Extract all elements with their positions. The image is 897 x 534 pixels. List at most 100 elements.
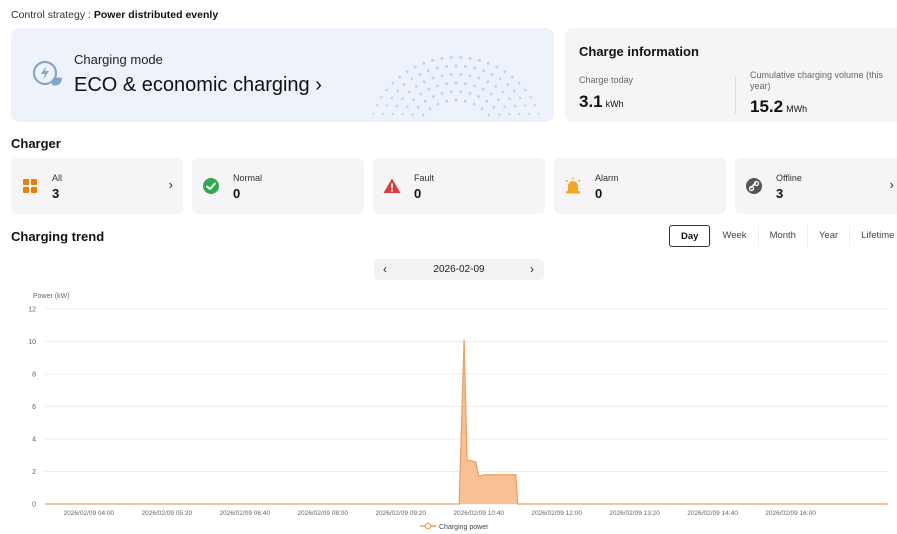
charging-mode-name: ECO & economic charging	[74, 74, 310, 96]
selected-date[interactable]: 2026-02-09	[374, 264, 544, 275]
charger-stat-fault[interactable]: Fault 0	[373, 158, 545, 214]
decor-dot	[385, 104, 389, 107]
decor-dot	[529, 96, 532, 99]
x-tick-label: 2026/02/09 09:20	[375, 510, 426, 517]
decor-dot	[390, 96, 394, 100]
charger-stat-offline[interactable]: Offline 3 ›	[735, 158, 897, 214]
y-tick-label: 10	[28, 339, 36, 346]
decor-dot	[454, 64, 458, 68]
control-strategy-label: Control strategy :	[11, 9, 91, 21]
y-tick-label: 12	[28, 307, 36, 314]
control-strategy-value: Power distributed evenly	[93, 9, 219, 21]
decor-dot	[486, 80, 490, 84]
decor-dot	[421, 113, 425, 117]
check-circle-icon	[203, 178, 219, 194]
decor-dot	[490, 72, 494, 76]
decor-dot	[473, 66, 477, 70]
decor-dot	[396, 89, 399, 93]
decor-dot	[416, 106, 420, 109]
decor-dot	[468, 74, 472, 78]
decor-dot	[537, 112, 540, 115]
decor-dot	[486, 61, 490, 65]
decor-dot	[426, 69, 430, 73]
decor-dot	[472, 102, 476, 106]
decor-dot	[523, 104, 527, 107]
decor-dot	[503, 70, 507, 74]
tab-month[interactable]: Month	[757, 225, 807, 247]
cumulative-label: Cumulative charging volume (this year)	[750, 70, 884, 91]
info-divider	[735, 76, 736, 114]
decor-dot	[492, 106, 496, 109]
decor-dot	[477, 76, 481, 80]
decor-dot	[436, 102, 440, 106]
decor-dot	[431, 76, 435, 80]
tab-year[interactable]: Year	[806, 225, 849, 247]
decor-dot	[518, 112, 521, 116]
decor-dot	[449, 56, 453, 59]
decor-dot	[436, 84, 439, 88]
stat-value: 0	[414, 186, 422, 201]
alarm-bell-icon	[565, 177, 581, 194]
decor-dot	[440, 91, 444, 95]
decor-dot	[385, 88, 388, 92]
charging-mode-title: Charging mode	[74, 52, 163, 67]
decor-dot	[418, 72, 422, 76]
decor-dot	[503, 105, 506, 108]
dot-arc-decoration	[372, 56, 540, 117]
decor-dot	[497, 98, 500, 102]
decor-dot	[463, 64, 467, 68]
decor-dot	[428, 107, 432, 111]
charging-mode-value[interactable]: ECO & economic charging ›	[74, 74, 322, 97]
decor-dot	[419, 92, 423, 96]
charger-stat-normal[interactable]: Normal 0	[192, 158, 364, 214]
legend-label: Charging power	[439, 524, 489, 531]
charger-stat-all[interactable]: All 3 ›	[11, 158, 183, 214]
stat-value: 3	[776, 186, 784, 201]
decor-dot	[468, 91, 472, 95]
stat-value: 0	[595, 186, 603, 201]
tab-week[interactable]: Week	[710, 225, 757, 247]
decor-dot	[506, 83, 510, 86]
decor-dot	[398, 75, 402, 79]
x-tick-label: 2026/02/09 13:20	[609, 510, 660, 517]
decor-dot	[445, 82, 449, 86]
decor-dot	[494, 84, 498, 88]
stat-value: 0	[233, 186, 241, 201]
x-tick-label: 2026/02/09 14:40	[687, 510, 738, 517]
decor-dot	[513, 104, 517, 108]
decor-dot	[533, 104, 537, 107]
x-tick-label: 2026/02/09 04:00	[64, 510, 115, 517]
decor-dot	[440, 74, 444, 78]
stat-label: All	[52, 173, 63, 183]
decor-dot	[498, 113, 501, 116]
charging-mode-card[interactable]: Charging mode ECO & economic charging ›	[11, 28, 554, 122]
tab-day[interactable]: Day	[669, 225, 711, 247]
decor-dot	[508, 112, 511, 116]
decor-dot	[513, 89, 516, 93]
chevron-right-icon: ›	[889, 177, 894, 192]
date-navigator: ‹ 2026-02-09 ›	[374, 259, 544, 280]
period-selector: Day Week Month Year Lifetime	[669, 225, 897, 247]
chevron-right-icon: ›	[168, 177, 173, 192]
cumulative-unit: MWh	[786, 104, 808, 114]
decor-dot	[440, 56, 444, 60]
decor-dot	[445, 99, 449, 103]
x-tick-label: 2026/02/09 08:00	[297, 510, 348, 517]
x-tick-label: 2026/02/09 10:40	[453, 510, 504, 517]
decor-dot	[422, 80, 426, 84]
decor-dot	[482, 69, 486, 73]
decor-dot	[518, 96, 522, 100]
decor-dot	[459, 90, 463, 94]
chevron-right-icon[interactable]: ›	[530, 262, 534, 276]
charge-information-title: Charge information	[579, 44, 699, 59]
decor-dot	[414, 84, 418, 88]
decor-dot	[401, 97, 404, 100]
decor-dot	[508, 97, 511, 100]
charge-information-card: Charge information Charge today 3.1 kWh C…	[565, 28, 897, 122]
charger-stat-alarm[interactable]: Alarm 0	[554, 158, 726, 214]
decor-dot	[427, 87, 431, 91]
y-tick-label: 4	[32, 437, 36, 444]
decor-dot	[410, 77, 414, 81]
tab-lifetime[interactable]: Lifetime	[849, 225, 897, 247]
decor-dot	[391, 112, 394, 116]
